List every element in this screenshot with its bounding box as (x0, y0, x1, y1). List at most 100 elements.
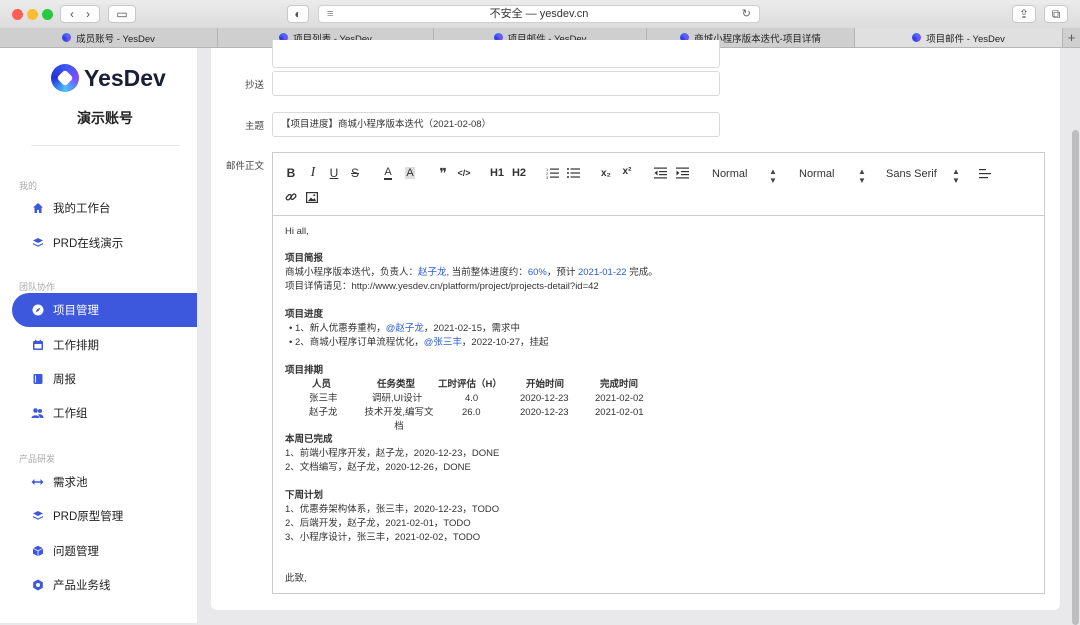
font-color-button[interactable]: A (380, 165, 396, 181)
bold-button[interactable]: B (283, 165, 299, 181)
font-family-select[interactable]: Sans Serif ▲ ▼ (886, 167, 960, 185)
strike-button[interactable]: S (347, 165, 363, 181)
table-header: 工时评估（H） (438, 379, 502, 390)
sidebar-icon: ▭ (116, 7, 128, 21)
progress-item: • 1、新人优惠券重构，@赵子龙，2021-02-15，需求中 (289, 322, 520, 336)
progress-text: ，2021-02-15，需求中 (423, 323, 521, 334)
cube-icon (31, 545, 44, 558)
sidebar-item-issues[interactable]: 问题管理 (12, 534, 197, 568)
outdent-icon (653, 167, 667, 179)
sidebar-item-project-management[interactable]: 项目管理 (12, 293, 197, 327)
mention-link[interactable]: @张三丰 (424, 337, 462, 348)
table-header: 人员 (312, 379, 332, 390)
brief-line-1: 商城小程序版本迭代，负责人：赵子龙, 当前整体进度约：60%，预计 2021-0… (285, 266, 658, 280)
blockquote-button[interactable]: ❞ (435, 165, 451, 181)
due-date: 2021-01-22 (577, 267, 627, 278)
sidebar-item-prd-demo[interactable]: PRD在线演示 (12, 226, 197, 260)
address-text: 不安全 — yesdev.cn (489, 8, 589, 20)
tab-members[interactable]: 成员账号 - YesDev (0, 28, 218, 47)
italic-button[interactable]: I (305, 165, 321, 181)
indent-button[interactable] (674, 165, 690, 181)
tabs-overview-button[interactable]: ⧉ (1044, 5, 1068, 23)
font-size-select[interactable]: Normal ▲ ▼ (712, 167, 777, 185)
owner-link[interactable]: 赵子龙 (418, 267, 447, 278)
progress-text: • 2、商城小程序订单流程优化， (289, 337, 424, 348)
sidebar-item-workgroup[interactable]: 工作组 (12, 396, 197, 430)
previous-field[interactable] (272, 40, 720, 68)
next-item: 2、后端开发，赵子龙，2021-02-01，TODO (285, 518, 471, 529)
done-item: 1、前端小程序开发，赵子龙，2020-12-23，DONE (285, 448, 500, 459)
sidebar-toggle-button[interactable]: ▭ (108, 5, 136, 23)
scrollbar[interactable] (1071, 48, 1080, 625)
sidebar-item-label: 需求池 (53, 477, 88, 489)
share-icon: ⇪ (1018, 7, 1030, 21)
brief-text: ，预计 (546, 267, 578, 278)
zoom-window-button[interactable] (42, 9, 53, 20)
group-label-team: 团队协作 (19, 282, 56, 292)
code-block-button[interactable]: </> (456, 165, 472, 181)
rich-text-editor[interactable]: B I U S A A ❞ </> H1 H2 123 x₂ x² Normal… (272, 152, 1045, 594)
layers-icon (31, 510, 44, 523)
sidebar-item-weekly[interactable]: 周报 (12, 362, 197, 396)
privacy-button[interactable]: ◐ (287, 5, 309, 23)
font-size-value: Normal (712, 168, 748, 180)
group-label-product: 产品研发 (19, 454, 56, 464)
sidebar-item-prd-prototype[interactable]: PRD原型管理 (12, 499, 197, 533)
minimize-window-button[interactable] (27, 9, 38, 20)
progress-text: ，2022-10-27，挂起 (461, 337, 549, 348)
sidebar-item-workbench[interactable]: 我的工作台 (12, 191, 197, 225)
share-button[interactable]: ⇪ (1012, 5, 1036, 23)
browser-toolbar: ‹ › ▭ ◐ ≡ 不安全 — yesdev.cn ↻ ⇪ ⧉ (0, 0, 1080, 28)
back-icon[interactable]: ‹ (70, 7, 74, 21)
subject-input[interactable]: 【项目进度】商城小程序版本迭代（2021-02-08） (272, 112, 720, 137)
sidebar-item-schedule[interactable]: 工作排期 (12, 328, 197, 362)
table-cell: 技术开发,编写文档 (364, 407, 434, 432)
brief-text: , 当前整体进度约： (446, 267, 528, 278)
table-cell: 张三丰 (309, 393, 338, 404)
outdent-button[interactable] (652, 165, 668, 181)
sidebar-item-requirements[interactable]: 需求池 (12, 465, 197, 499)
heading-select[interactable]: Normal ▲ ▼ (799, 167, 866, 185)
sidebar-item-label: 项目管理 (53, 305, 99, 317)
tab-project-mail-active[interactable]: 项目邮件 - YesDev (855, 28, 1063, 47)
subscript-button[interactable]: x₂ (598, 165, 614, 181)
book-icon (31, 373, 44, 386)
scrollbar-thumb[interactable] (1072, 130, 1079, 625)
mention-link[interactable]: @赵子龙 (386, 323, 424, 334)
table-cell: 2020-12-23 (520, 393, 569, 404)
home-icon (31, 202, 44, 215)
address-bar[interactable]: ≡ 不安全 — yesdev.cn ↻ (318, 5, 760, 23)
ordered-list-icon: 123 (546, 167, 559, 179)
next-item: 3、小程序设计，张三丰，2021-02-02，TODO (285, 532, 481, 543)
sidebar-item-label: 工作排期 (53, 340, 99, 352)
brief-text: 商城小程序版本迭代，负责人： (285, 267, 419, 278)
subject-label: 主题 (244, 121, 264, 132)
forward-icon[interactable]: › (86, 7, 90, 21)
reload-icon[interactable]: ↻ (742, 6, 751, 22)
sidebar-item-business-line[interactable]: 产品业务线 (12, 568, 197, 602)
reader-icon[interactable]: ≡ (327, 6, 333, 22)
brief-title: 项目简报 (285, 253, 324, 264)
new-tab-button[interactable]: + (1063, 28, 1080, 47)
cc-input[interactable] (272, 71, 720, 96)
underline-button[interactable]: U (326, 165, 342, 181)
align-button[interactable] (977, 165, 993, 181)
superscript-button[interactable]: x² (619, 163, 635, 179)
background-color-button[interactable]: A (402, 165, 418, 181)
group-icon (31, 407, 44, 420)
bullet-list-button[interactable] (565, 165, 581, 181)
gear-icon (31, 579, 44, 592)
closing: 此致, (285, 573, 307, 584)
logo[interactable]: YesDev (51, 64, 166, 92)
updown-icon: ▲ ▼ (952, 167, 960, 185)
table-cell: 2021-02-02 (595, 393, 644, 404)
heading1-button[interactable]: H1 (489, 165, 505, 181)
heading2-button[interactable]: H2 (511, 165, 527, 181)
image-button[interactable] (304, 189, 320, 205)
updown-icon: ▲ ▼ (858, 167, 866, 185)
ordered-list-button[interactable]: 123 (544, 165, 560, 181)
link-button[interactable] (283, 189, 299, 205)
close-window-button[interactable] (12, 9, 23, 20)
font-family-value: Sans Serif (886, 168, 937, 180)
back-forward-buttons[interactable]: ‹ › (60, 5, 100, 23)
